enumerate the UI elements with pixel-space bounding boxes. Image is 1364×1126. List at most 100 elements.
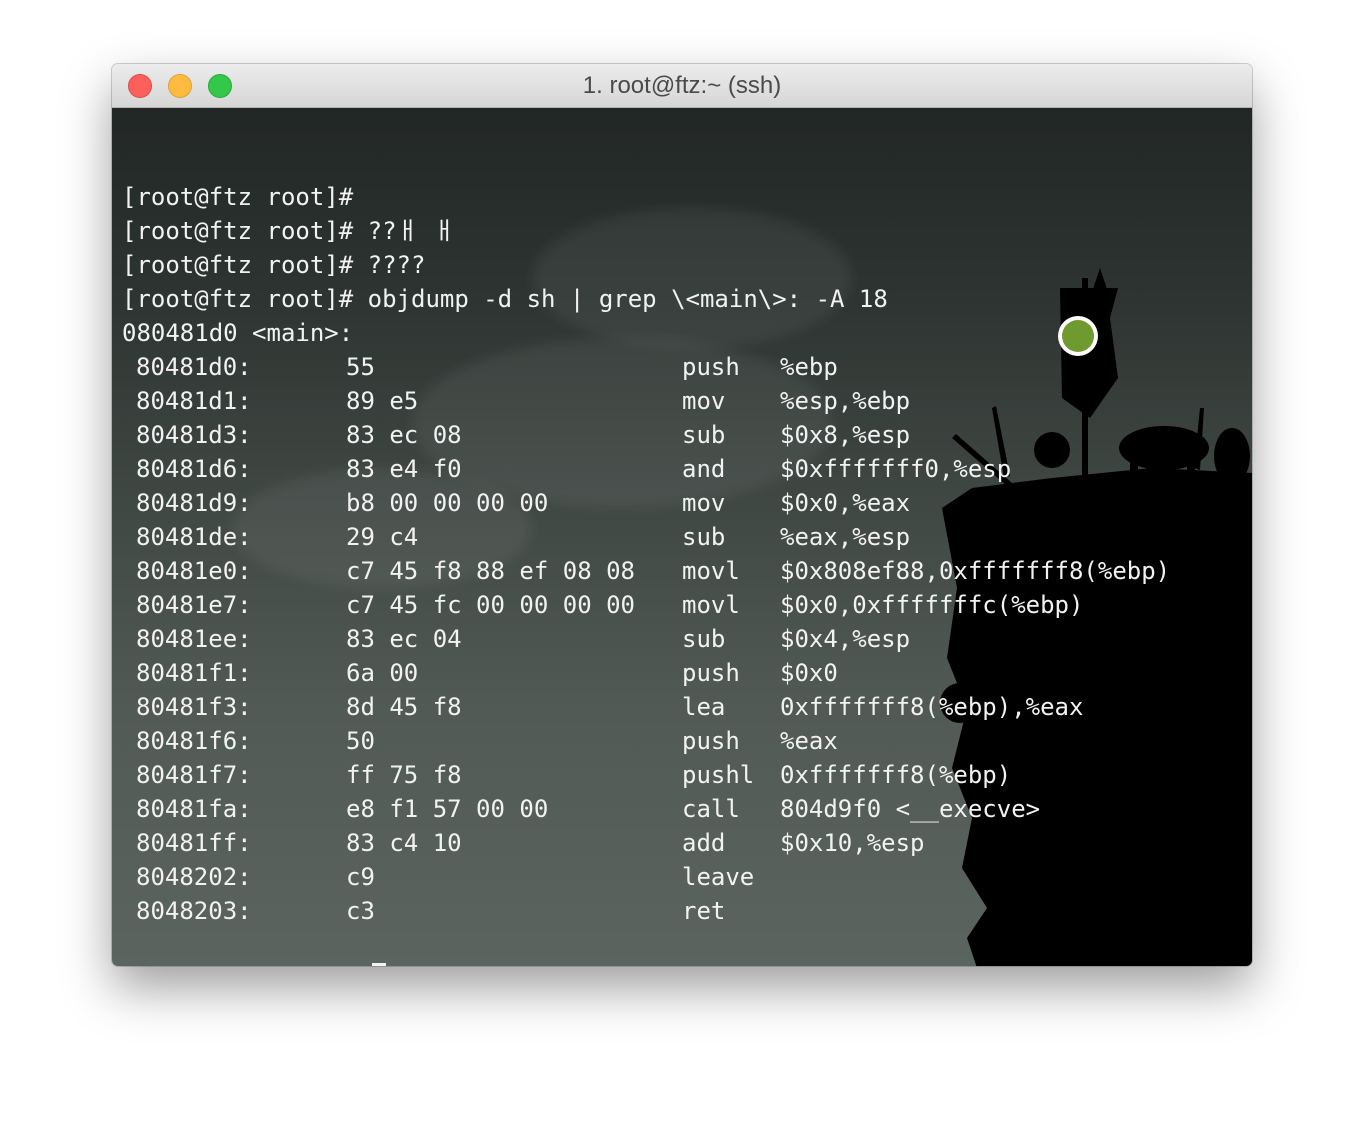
disasm-row: 80481f1: 6a 00 push $0x0 [122, 656, 888, 690]
prompt: [root@ftz root]# [122, 183, 354, 211]
disasm-address: 80481de: [136, 523, 252, 551]
prompt: [root@ftz root]# [122, 217, 354, 245]
disasm-address: 8048203: [136, 897, 252, 925]
disasm-row: 8048202: c9 leave [122, 860, 888, 894]
blank-line [122, 146, 888, 180]
disasm-operands: 0xfffffff8(%ebp) [780, 761, 1012, 789]
command-line: [root@ftz root]# ??ㅐ ㅐ [122, 214, 888, 248]
disasm-address: 80481f3: [136, 693, 252, 721]
disasm-bytes: c9 [346, 863, 375, 891]
disasm-opcode: mov [682, 387, 726, 415]
disasm-operands: %eax,%esp [780, 523, 911, 551]
disasm-row: 80481e0: c7 45 f8 88 ef 08 08 movl $0x808ef… [122, 554, 1170, 588]
terminal-window: 1. root@ftz:~ (ssh) [root@ftz root]# [ro… [112, 64, 1252, 966]
disasm-address: 8048202: [136, 863, 252, 891]
disasm-bytes: 83 ec 08 [346, 421, 462, 449]
disasm-opcode: movl [682, 591, 740, 619]
disasm-operands: %esp,%ebp [780, 387, 911, 415]
disasm-bytes: 8d 45 f8 [346, 693, 462, 721]
disasm-opcode: push [682, 659, 740, 687]
active-prompt-line[interactable]: [root@ftz root]# [122, 962, 888, 966]
disasm-address: 80481f1: [136, 659, 252, 687]
command-text: ???? [367, 251, 426, 279]
disasm-row: 80481f3: 8d 45 f8 lea 0xfffffff8(%ebp),%eax [122, 690, 1083, 724]
disasm-bytes: 83 ec 04 [346, 625, 462, 653]
disasm-bytes: e8 f1 57 00 00 [346, 795, 549, 823]
prompt: [root@ftz root]# [122, 285, 354, 313]
disasm-row: 80481f6: 50 push %eax [122, 724, 888, 758]
disasm-row: 80481d3: 83 ec 08 sub $0x8,%esp [122, 418, 910, 452]
disasm-opcode: leave [682, 863, 755, 891]
disasm-opcode: call [682, 795, 740, 823]
disasm-row: 8048203: c3 ret [122, 894, 888, 928]
prompt: [root@ftz root]# [122, 251, 354, 279]
disasm-row: 80481e7: c7 45 fc 00 00 00 00 movl $0x0,0xf… [122, 588, 1083, 622]
title-bar[interactable]: 1. root@ftz:~ (ssh) [112, 64, 1252, 108]
window-title: 1. root@ftz:~ (ssh) [582, 72, 782, 99]
disasm-bytes: 83 c4 10 [346, 829, 462, 857]
disasm-opcode: sub [682, 421, 726, 449]
blank-line [122, 928, 888, 962]
disasm-opcode: sub [682, 523, 726, 551]
disasm-address: 80481d9: [136, 489, 252, 517]
terminal-lines: [root@ftz root]# [root@ftz root]# ??ㅐ ㅐ … [122, 146, 1170, 966]
disasm-row: 80481ee: 83 ec 04 sub $0x4,%esp [122, 622, 910, 656]
disasm-opcode: add [682, 829, 726, 857]
disasm-opcode: sub [682, 625, 726, 653]
command-line: [root@ftz root]# [122, 180, 888, 214]
disasm-row: 80481d1: 89 e5 mov %esp,%ebp [122, 384, 910, 418]
disasm-operands: $0x0 [780, 659, 838, 687]
disasm-opcode: ret [682, 897, 726, 925]
disasm-opcode: push [682, 727, 740, 755]
disasm-address: 80481f6: [136, 727, 252, 755]
disasm-address: 80481ee: [136, 625, 252, 653]
text-cursor [371, 963, 386, 966]
disasm-bytes: c3 [346, 897, 375, 925]
command-text: ??ㅐ ㅐ [367, 217, 456, 245]
disasm-row: 80481d0: 55 push %ebp [122, 350, 888, 384]
disasm-address: 80481d6: [136, 455, 252, 483]
function-label: 080481d0 <main>: [122, 319, 354, 347]
disasm-opcode: push [682, 353, 740, 381]
disasm-address: 80481ff: [136, 829, 252, 857]
disasm-row: 80481f7: ff 75 f8 pushl 0xfffffff8(%ebp) [122, 758, 1011, 792]
terminal-output[interactable]: [root@ftz root]# [root@ftz root]# ??ㅐ ㅐ … [112, 108, 1252, 966]
disasm-opcode: lea [682, 693, 726, 721]
disasm-opcode: mov [682, 489, 726, 517]
disasm-operands: 804d9f0 <__execve> [780, 795, 1041, 823]
disasm-opcode: and [682, 455, 726, 483]
disasm-address: 80481fa: [136, 795, 252, 823]
disasm-row: 80481de: 29 c4 sub %eax,%esp [122, 520, 910, 554]
disasm-operands: %eax [780, 727, 838, 755]
disasm-operands: $0x808ef88,0xfffffff8(%ebp) [780, 557, 1171, 585]
disasm-address: 80481d1: [136, 387, 252, 415]
disasm-address: 80481e7: [136, 591, 252, 619]
disasm-bytes: 6a 00 [346, 659, 419, 687]
disasm-operands: $0x8,%esp [780, 421, 911, 449]
disasm-bytes: 55 [346, 353, 375, 381]
disasm-row: 80481fa: e8 f1 57 00 00 call 804d9f0 <__exe… [122, 792, 1040, 826]
disasm-opcode: pushl [682, 761, 755, 789]
command-text: objdump -d sh | grep \<main\>: -A 18 [367, 285, 888, 313]
disasm-bytes: 83 e4 f0 [346, 455, 462, 483]
prompt: [root@ftz root]# [122, 965, 353, 966]
disasm-address: 80481d0: [136, 353, 252, 381]
disasm-row: 80481d6: 83 e4 f0 and $0xfffffff0,%esp [122, 452, 1011, 486]
command-line: [root@ftz root]# objdump -d sh | grep \<… [122, 282, 888, 316]
disasm-operands: $0x0,%eax [780, 489, 911, 517]
disasm-bytes: 89 e5 [346, 387, 419, 415]
disasm-row: 80481ff: 83 c4 10 add $0x10,%esp [122, 826, 925, 860]
command-line: [root@ftz root]# ???? [122, 248, 888, 282]
disasm-row: 80481d9: b8 00 00 00 00 mov $0x0,%eax [122, 486, 910, 520]
disasm-opcode: movl [682, 557, 740, 585]
disasm-operands: $0x0,0xfffffffc(%ebp) [780, 591, 1084, 619]
disasm-bytes: c7 45 f8 88 ef 08 08 [346, 557, 635, 585]
disasm-bytes: 50 [346, 727, 375, 755]
disasm-operands: $0x4,%esp [780, 625, 911, 653]
disasm-address: 80481e0: [136, 557, 252, 585]
disasm-address: 80481d3: [136, 421, 252, 449]
disasm-bytes: 29 c4 [346, 523, 419, 551]
disasm-operands: %ebp [780, 353, 838, 381]
disasm-address: 80481f7: [136, 761, 252, 789]
disasm-operands: 0xfffffff8(%ebp),%eax [780, 693, 1084, 721]
